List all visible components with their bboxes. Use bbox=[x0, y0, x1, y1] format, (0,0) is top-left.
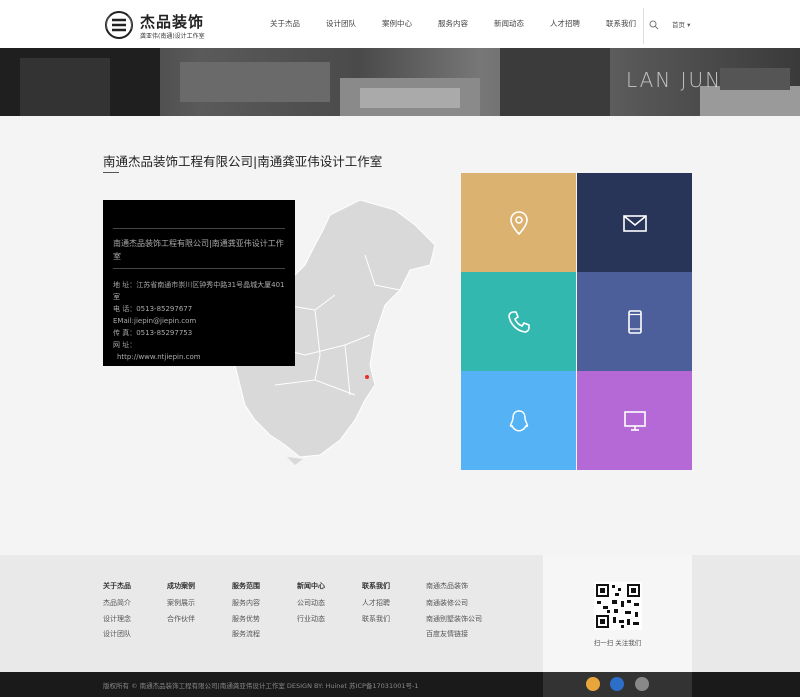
mail-icon bbox=[622, 214, 647, 232]
tile-qq[interactable] bbox=[461, 371, 576, 470]
nav-item-team[interactable]: 设计团队 bbox=[326, 0, 356, 48]
footer-col-title[interactable]: 服务范围 bbox=[232, 581, 260, 591]
footer-link[interactable]: 服务内容 bbox=[232, 596, 260, 612]
monitor-icon bbox=[623, 410, 646, 431]
footer-col-title[interactable]: 联系我们 bbox=[362, 581, 390, 591]
tile-mobile[interactable] bbox=[577, 272, 692, 371]
footer-col-news: 新闻中心 公司动态 行业动态 bbox=[297, 581, 325, 627]
info-email[interactable]: EMail:jiepin@jiepin.com bbox=[113, 315, 291, 327]
qq-icon bbox=[509, 409, 528, 431]
footer-col-title[interactable]: 南通杰品装饰 bbox=[426, 581, 482, 591]
info-divider bbox=[113, 268, 285, 269]
mobile-icon bbox=[627, 309, 642, 334]
info-url-label: 网 址： bbox=[113, 341, 137, 349]
tile-mail[interactable] bbox=[577, 173, 692, 272]
footer-link[interactable]: 设计团队 bbox=[103, 627, 131, 643]
info-company-name: 南通杰品装饰工程有限公司|南通龚亚伟设计工作室 bbox=[113, 239, 284, 261]
footer-link[interactable]: 行业动态 bbox=[297, 612, 325, 628]
footer-link[interactable]: 杰品简介 bbox=[103, 596, 131, 612]
tile-location[interactable] bbox=[461, 173, 576, 272]
tile-phone[interactable] bbox=[461, 272, 576, 371]
qr-caption: 扫一扫 关注我们 bbox=[593, 639, 642, 647]
wechat-social-icon[interactable] bbox=[635, 677, 649, 691]
banner-text: LAN JUN bbox=[626, 68, 723, 92]
nav-item-news[interactable]: 新闻动态 bbox=[494, 0, 524, 48]
footer-col-about: 关于杰品 杰品简介 设计理念 设计团队 bbox=[103, 581, 131, 643]
footer-link[interactable]: 南通别墅装饰公司 bbox=[426, 612, 482, 628]
logo-subtitle: 龚亚伟(南通)设计工作室 bbox=[140, 33, 205, 40]
info-url[interactable]: http://www.ntjiepin.com bbox=[113, 351, 291, 363]
nav-item-services[interactable]: 服务内容 bbox=[438, 0, 468, 48]
logo-icon bbox=[105, 11, 133, 39]
home-dropdown[interactable]: 首页 ▾ bbox=[672, 19, 690, 29]
logo-title: 杰品装饰 bbox=[140, 13, 205, 31]
footer-col-title[interactable]: 成功案例 bbox=[167, 581, 195, 591]
info-phone: 电 话：0513-85297677 bbox=[113, 305, 193, 313]
footer-link[interactable]: 案例展示 bbox=[167, 596, 195, 612]
nav-item-cases[interactable]: 案例中心 bbox=[382, 0, 412, 48]
logo[interactable]: 杰品装饰 龚亚伟(南通)设计工作室 bbox=[103, 9, 223, 41]
footer: 关于杰品 杰品简介 设计理念 设计团队 成功案例 案例展示 合作伙伴 服务范围 … bbox=[0, 555, 800, 672]
weibo-social-icon[interactable] bbox=[610, 677, 624, 691]
qr-panel: 扫一扫 关注我们 bbox=[543, 555, 692, 672]
qq-social-icon[interactable] bbox=[586, 677, 600, 691]
footer-col-services: 服务范围 服务内容 服务优势 服务流程 bbox=[232, 581, 260, 643]
qr-code bbox=[594, 582, 642, 630]
nav-divider bbox=[643, 8, 644, 44]
footer-link[interactable]: 人才招聘 bbox=[362, 596, 390, 612]
footer-link[interactable]: 服务流程 bbox=[232, 627, 260, 643]
footer-link[interactable]: 联系我们 bbox=[362, 612, 390, 628]
nav-item-contact[interactable]: 联系我们 bbox=[606, 0, 636, 48]
footer-col-title[interactable]: 关于杰品 bbox=[103, 581, 131, 591]
bottom-bar: 版权所有 © 南通杰品装饰工程有限公司|南通龚亚伟设计工作室 DESIGN BY… bbox=[0, 672, 800, 697]
contact-info-box: 南通杰品装饰工程有限公司|南通龚亚伟设计工作室 地 址：江苏省南通市崇川区钟秀中… bbox=[103, 200, 295, 366]
footer-col-cases: 成功案例 案例展示 合作伙伴 bbox=[167, 581, 195, 627]
copyright-text: 版权所有 © 南通杰品装饰工程有限公司|南通龚亚伟设计工作室 DESIGN BY… bbox=[103, 682, 419, 690]
info-details: 地 址：江苏省南通市崇川区钟秀中路31号晶城大厦401室 电 话：0513-85… bbox=[113, 279, 291, 363]
info-divider-top bbox=[113, 228, 285, 229]
footer-link[interactable]: 南通装修公司 bbox=[426, 596, 482, 612]
main-nav: 关于杰品 设计团队 案例中心 服务内容 新闻动态 人才招聘 联系我们 bbox=[270, 0, 662, 48]
banner-image: LAN JUN bbox=[0, 48, 800, 116]
nav-item-jobs[interactable]: 人才招聘 bbox=[550, 0, 580, 48]
footer-col-contact: 联系我们 人才招聘 联系我们 bbox=[362, 581, 390, 627]
nav-item-about[interactable]: 关于杰品 bbox=[270, 0, 300, 48]
page-title: 南通杰品装饰工程有限公司|南通龚亚伟设计工作室 bbox=[103, 154, 383, 169]
social-panel bbox=[543, 672, 692, 697]
tile-monitor[interactable] bbox=[577, 371, 692, 470]
info-address: 地 址：江苏省南通市崇川区钟秀中路31号晶城大厦401室 bbox=[113, 281, 285, 301]
footer-link[interactable]: 设计理念 bbox=[103, 612, 131, 628]
info-fax: 传 真：0513-85297753 bbox=[113, 329, 193, 337]
location-pin-icon bbox=[509, 210, 528, 235]
footer-link[interactable]: 服务优势 bbox=[232, 612, 260, 628]
search-icon[interactable] bbox=[649, 20, 659, 30]
footer-link[interactable]: 公司动态 bbox=[297, 596, 325, 612]
footer-link[interactable]: 百度友情链接 bbox=[426, 627, 482, 643]
header: 杰品装饰 龚亚伟(南通)设计工作室 关于杰品 设计团队 案例中心 服务内容 新闻… bbox=[0, 0, 800, 48]
contact-tiles bbox=[461, 173, 692, 470]
phone-icon bbox=[507, 310, 530, 333]
footer-col-title[interactable]: 新闻中心 bbox=[297, 581, 325, 591]
location-marker bbox=[365, 375, 369, 379]
footer-col-links: 南通杰品装饰 南通装修公司 南通别墅装饰公司 百度友情链接 bbox=[426, 581, 482, 643]
title-underline bbox=[103, 172, 119, 173]
footer-link[interactable]: 合作伙伴 bbox=[167, 612, 195, 628]
